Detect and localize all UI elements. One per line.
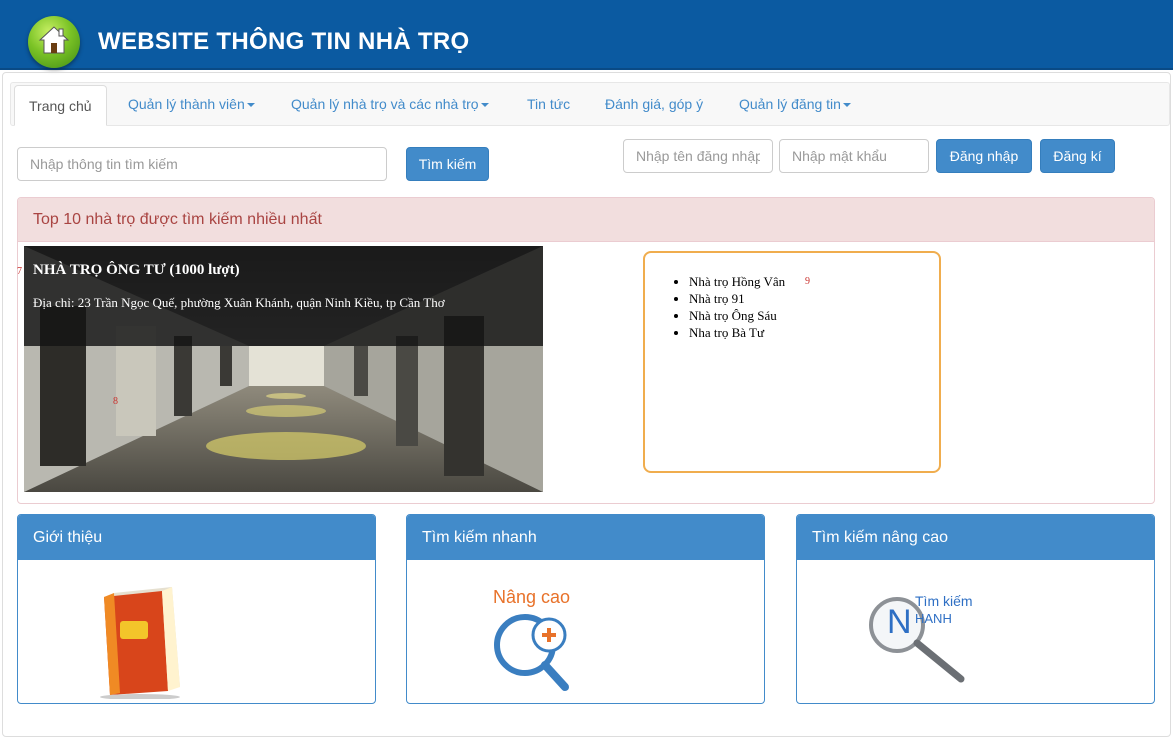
list-item[interactable]: Nha trọ Bà Tư (689, 324, 785, 341)
caret-down-icon (480, 103, 489, 108)
list-marker: 9 (805, 276, 810, 287)
slide-title: NHÀ TRỌ ÔNG TƯ (1000 lượt) (33, 262, 240, 278)
nav-feedback-label: Đánh giá, góp ý (605, 96, 704, 112)
slide-prev-marker[interactable]: 7 (17, 266, 22, 277)
advanced-search-card[interactable]: Tìm kiếm nâng cao N Tìm kiếm HANH (796, 514, 1155, 704)
username-field[interactable] (623, 139, 773, 173)
caret-down-icon (842, 103, 851, 108)
quick-search-card[interactable]: Tìm kiếm nhanh Nâng cao (406, 514, 765, 704)
intro-card-title: Giới thiệu (18, 515, 375, 560)
magnifier-plus-icon (494, 614, 569, 691)
advanced-search-image-label-2: HANH (915, 611, 952, 626)
slide-caption: NHÀ TRỌ ÔNG TƯ (1000 lượt) Địa chỉ: 23 T… (24, 246, 543, 346)
nav-home[interactable]: Trang chủ (14, 85, 107, 126)
search-button[interactable]: Tìm kiếm (406, 147, 489, 181)
search-input[interactable] (17, 147, 387, 181)
top-rooms-list: Nhà trọ Hồng Vân Nhà trọ 91 Nhà trọ Ông … (643, 251, 941, 473)
register-button[interactable]: Đăng kí (1040, 139, 1115, 173)
nav-posts-label: Quản lý đăng tin (739, 96, 841, 112)
main-navbar: Trang chủ Quản lý thành viên Quản lý nhà… (10, 82, 1170, 126)
nav-rooms[interactable]: Quản lý nhà trọ và các nhà trọ (291, 83, 489, 125)
nav-rooms-label: Quản lý nhà trọ và các nhà trọ (291, 96, 479, 112)
advanced-search-image-label-1: Tìm kiếm (915, 593, 973, 609)
list-item[interactable]: Nhà trọ 91 (689, 290, 785, 307)
nav-home-label: Trang chủ (29, 98, 92, 114)
advanced-search-image-letter: N (887, 603, 912, 641)
site-header: WEBSITE THÔNG TIN NHÀ TRỌ (0, 0, 1173, 70)
home-icon[interactable] (28, 16, 80, 68)
nav-members[interactable]: Quản lý thành viên (128, 83, 255, 125)
caret-down-icon (246, 103, 255, 108)
nav-news[interactable]: Tin tức (527, 83, 570, 125)
password-field[interactable] (779, 139, 929, 173)
nav-posts[interactable]: Quản lý đăng tin (739, 83, 851, 125)
slide-address: Địa chỉ: 23 Trần Ngọc Quế, phường Xuân K… (33, 295, 445, 310)
login-button[interactable]: Đăng nhập (936, 139, 1032, 173)
intro-card[interactable]: Giới thiệu (17, 514, 376, 704)
featured-room-slide[interactable]: NHÀ TRỌ ÔNG TƯ (1000 lượt) Địa chỉ: 23 T… (24, 246, 543, 492)
list-item[interactable]: Nhà trọ Ông Sáu (689, 307, 785, 324)
quick-search-card-title: Tìm kiếm nhanh (407, 515, 764, 560)
quick-search-image-label: Nâng cao (493, 587, 571, 607)
nav-members-label: Quản lý thành viên (128, 96, 245, 112)
advanced-search-card-title: Tìm kiếm nâng cao (797, 515, 1154, 560)
nav-feedback[interactable]: Đánh giá, góp ý (605, 83, 703, 125)
book-icon (100, 587, 180, 699)
nav-news-label: Tin tức (527, 96, 571, 112)
slide-index-marker: 8 (113, 396, 118, 407)
list-item[interactable]: Nhà trọ Hồng Vân (689, 273, 785, 290)
top-rooms-heading: Top 10 nhà trọ được tìm kiếm nhiều nhất (18, 198, 1154, 242)
site-title: WEBSITE THÔNG TIN NHÀ TRỌ (98, 28, 470, 55)
